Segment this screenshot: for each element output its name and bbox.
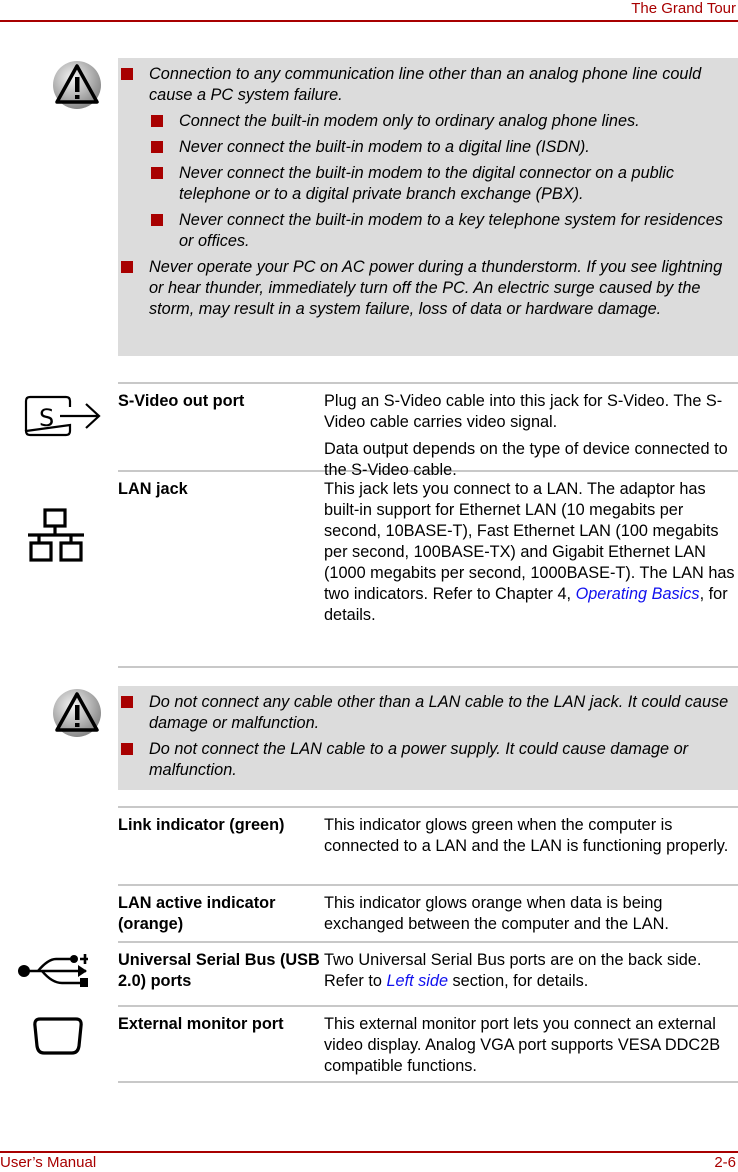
port-name: S-Video out port [118, 392, 245, 410]
port-name: LAN jack [118, 480, 188, 498]
table-row-link-indicator: Link indicator (green) This indicator gl… [118, 808, 738, 886]
port-description: This jack lets you connect to a LAN. The… [324, 480, 735, 624]
table-row-s-video: S-Video out port Plug an S-Video cable i… [118, 384, 738, 479]
warning-subitem: Never connect the built-in modem to a di… [118, 137, 732, 158]
port-description: This indicator glows green when the comp… [324, 816, 729, 855]
bullet-square-icon [121, 261, 133, 273]
bullet-square-icon [151, 167, 163, 179]
port-description: This external monitor port lets you conn… [324, 1015, 721, 1075]
usb-icon [18, 954, 88, 987]
warning-box-modem: Connection to any communication line oth… [118, 58, 738, 356]
header-rule [0, 20, 738, 22]
ports-table-2: Link indicator (green) This indicator gl… [118, 806, 738, 1083]
warning-subitem: Never connect the built-in modem to the … [118, 163, 732, 205]
table-row-lan-jack: LAN jack This jack lets you connect to a… [118, 472, 738, 668]
port-description: Plug an S-Video cable into this jack for… [324, 392, 728, 479]
running-header-title: The Grand Tour [631, 0, 736, 17]
port-name: External monitor port [118, 1015, 284, 1033]
warning-subitem: Connect the built-in modem only to ordin… [118, 111, 732, 132]
bullet-square-icon [151, 115, 163, 127]
table-row-external-monitor: External monitor port This external moni… [118, 1007, 738, 1083]
port-description: This indicator glows orange when data is… [324, 894, 669, 933]
bullet-square-icon [151, 141, 163, 153]
external-monitor-icon [33, 1017, 83, 1055]
warning-item: Do not connect any cable other than a LA… [118, 692, 732, 734]
warning-triangle-icon [53, 61, 101, 109]
ports-table-1: S-Video out port Plug an S-Video cable i… [118, 382, 738, 668]
port-name: LAN active indicator (orange) [118, 894, 276, 933]
warning-subitem: Never connect the built-in modem to a ke… [118, 210, 732, 252]
link-operating-basics[interactable]: Operating Basics [576, 585, 700, 603]
warning-item: Do not connect the LAN cable to a power … [118, 739, 732, 781]
port-name: Universal Serial Bus (USB 2.0) ports [118, 951, 320, 990]
footer-rule [0, 1151, 738, 1153]
bullet-square-icon [121, 696, 133, 708]
s-video-icon: S [24, 395, 101, 437]
svg-text:S: S [39, 404, 54, 432]
bullet-square-icon [121, 743, 133, 755]
lan-network-icon [28, 508, 84, 562]
bullet-square-icon [151, 214, 163, 226]
footer-manual-title: User’s Manual [0, 1154, 97, 1171]
port-description: Two Universal Serial Bus ports are on th… [324, 951, 702, 990]
warning-triangle-icon [53, 689, 101, 737]
table-row-usb: Universal Serial Bus (USB 2.0) ports Two… [118, 943, 738, 1007]
link-left-side[interactable]: Left side [386, 972, 448, 990]
bullet-square-icon [121, 68, 133, 80]
warning-box-lan: Do not connect any cable other than a LA… [118, 686, 738, 790]
warning-item: Connection to any communication line oth… [118, 64, 732, 106]
port-name: Link indicator (green) [118, 816, 285, 834]
page-number: 2-6 [714, 1154, 736, 1171]
warning-item: Never operate your PC on AC power during… [118, 257, 732, 320]
table-row-lan-active-indicator: LAN active indicator (orange) This indic… [118, 886, 738, 943]
